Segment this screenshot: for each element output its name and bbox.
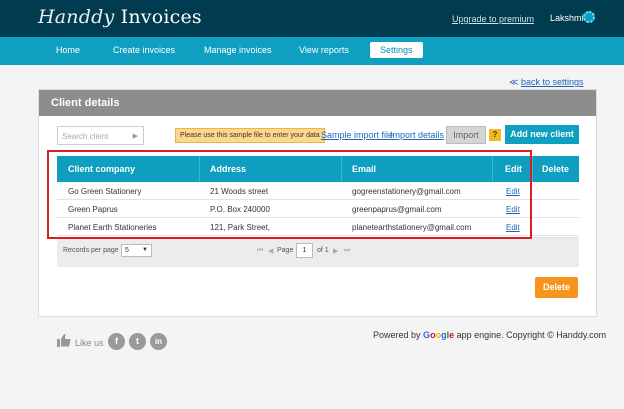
google-logo: Google xyxy=(423,330,455,340)
help-icon[interactable]: ? xyxy=(489,129,501,141)
import-button[interactable]: Import xyxy=(446,126,486,144)
back-link-label: back to settings xyxy=(520,77,584,87)
page-number-input[interactable]: 1 xyxy=(296,243,313,258)
highlight-box xyxy=(47,150,532,239)
chevron-down-icon: ▼ xyxy=(142,247,148,253)
page-label: Page xyxy=(277,247,294,254)
import-details-link[interactable]: Import details xyxy=(390,130,444,140)
thumbs-up-icon[interactable] xyxy=(57,334,71,347)
main-nav: Home Create invoices Manage invoices Vie… xyxy=(0,37,624,65)
prev-page-icon[interactable]: ◀ xyxy=(268,247,273,255)
linkedin-icon[interactable]: in xyxy=(150,333,167,350)
top-header: Handdy Invoices Upgrade to premium Laksh… xyxy=(0,0,624,37)
search-client-input[interactable]: Search client ▶ xyxy=(57,126,144,145)
like-us-label: Like us xyxy=(75,338,104,348)
nav-view-reports[interactable]: View reports xyxy=(299,45,349,55)
twitter-icon[interactable]: t xyxy=(129,333,146,350)
panel-title: Client details xyxy=(51,97,120,109)
powered-prefix: Powered by xyxy=(373,330,421,340)
powered-suffix: app engine. Copyright © Handdy.com xyxy=(456,330,607,340)
delete-button[interactable]: Delete xyxy=(535,277,578,298)
add-new-client-button[interactable]: Add new client xyxy=(505,125,579,144)
chevron-right-icon: ▶ xyxy=(132,133,138,140)
gear-icon[interactable] xyxy=(583,11,595,23)
table-pager: Records per page 5 ▼ ⏮ ◀ Page 1 of 1 ▶ ⏭ xyxy=(57,237,579,267)
upgrade-link[interactable]: Upgrade to premium xyxy=(452,14,534,24)
facebook-icon[interactable]: f xyxy=(108,333,125,350)
logo-part-2: Invoices xyxy=(120,6,202,28)
last-page-icon[interactable]: ⏭ xyxy=(344,247,350,255)
column-divider xyxy=(532,156,533,182)
sample-file-note: Please use this sample file to enter you… xyxy=(175,128,325,143)
powered-by-text: Powered by Google app engine. Copyright … xyxy=(373,330,606,340)
sample-import-file-link[interactable]: Sample import file xyxy=(321,130,393,140)
col-delete: Delete xyxy=(542,164,570,174)
app-logo[interactable]: Handdy Invoices xyxy=(38,6,202,28)
next-page-icon[interactable]: ▶ xyxy=(333,247,338,255)
records-per-page-select[interactable]: 5 ▼ xyxy=(121,244,152,257)
nav-settings[interactable]: Settings xyxy=(370,42,423,58)
double-chevron-left-icon: ≪ xyxy=(509,77,519,87)
first-page-icon[interactable]: ⏮ xyxy=(257,247,263,255)
panel-header: Client details xyxy=(39,90,596,116)
nav-manage-invoices[interactable]: Manage invoices xyxy=(204,45,272,55)
user-name[interactable]: Lakshmi xyxy=(550,13,584,23)
nav-home[interactable]: Home xyxy=(56,45,80,55)
logo-part-1: Handdy xyxy=(38,6,115,28)
back-to-settings-link[interactable]: ≪ back to settings xyxy=(509,77,583,88)
records-per-page-label: Records per page xyxy=(63,247,119,254)
nav-create-invoices[interactable]: Create invoices xyxy=(113,45,175,55)
records-per-page-value: 5 xyxy=(125,247,129,254)
search-placeholder: Search client xyxy=(62,132,109,141)
page-of-label: of 1 xyxy=(317,247,329,254)
